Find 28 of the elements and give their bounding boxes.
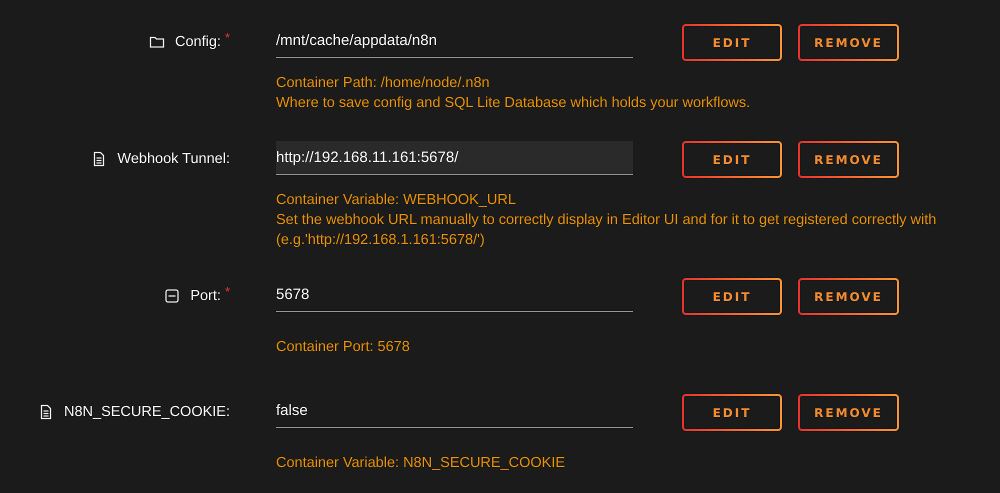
help-text: Set the webhook URL manually to correctly display in Editor UI and for it to get registered correctly with xyxy=(276,211,936,230)
required-mark: * xyxy=(224,284,230,299)
remove-button[interactable]: REMOVE xyxy=(798,394,899,431)
setting-label: N8N_SECURE_COOKIE: xyxy=(64,404,230,420)
edit-button[interactable]: EDIT xyxy=(682,24,782,61)
edit-button[interactable]: EDIT xyxy=(682,278,782,315)
help-text: Container Port: 5678 xyxy=(276,338,410,356)
remove-button[interactable]: REMOVE xyxy=(798,141,899,178)
setting-label: Webhook Tunnel: xyxy=(117,151,230,167)
minus-box-icon xyxy=(164,288,180,304)
value-field[interactable]: 5678 xyxy=(276,278,633,312)
value-field[interactable]: /mnt/cache/appdata/n8n xyxy=(276,24,633,58)
remove-button[interactable]: REMOVE xyxy=(798,24,899,61)
help-text: Container Variable: WEBHOOK_URL xyxy=(276,191,516,210)
help-text: Container Variable: N8N_SECURE_COOKIE xyxy=(276,454,566,472)
help-text: (e.g.'http://192.168.1.161:5678/') xyxy=(276,231,485,250)
remove-button[interactable]: REMOVE xyxy=(798,278,899,315)
help-text: Container Path: /home/node/.n8n xyxy=(276,74,490,93)
setting-label: Config: xyxy=(174,34,221,50)
edit-button[interactable]: EDIT xyxy=(682,141,782,178)
document-icon xyxy=(38,404,54,420)
value-field[interactable]: http://192.168.11.161:5678/ xyxy=(276,141,633,175)
value-field[interactable]: false xyxy=(276,394,633,428)
required-mark: * xyxy=(224,30,230,45)
setting-label: Port: xyxy=(190,288,221,304)
edit-button[interactable]: EDIT xyxy=(682,394,782,431)
help-text: Where to save config and SQL Lite Database which holds your workflows. xyxy=(276,94,750,113)
folder-icon xyxy=(148,34,165,50)
